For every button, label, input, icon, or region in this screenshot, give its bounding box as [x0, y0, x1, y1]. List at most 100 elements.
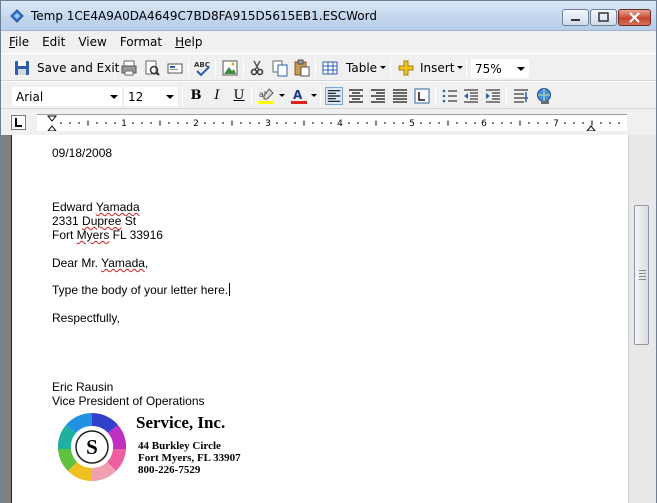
minimize-icon — [571, 19, 580, 21]
font-select[interactable]: Arial — [11, 86, 123, 107]
toolbar-separator — [320, 86, 321, 106]
close-icon — [629, 12, 640, 23]
bold-button[interactable]: B — [187, 87, 205, 105]
paragraph-format-icon[interactable] — [512, 87, 530, 105]
app-window: Temp 1CE4A9A0DA4649C7BD8FA915D5615EB1.ES… — [0, 0, 657, 503]
scrollbar-thumb[interactable] — [634, 205, 649, 345]
city-word: Myers — [76, 228, 110, 242]
highlight-dropdown-arrow[interactable] — [279, 94, 285, 97]
insert-dropdown-arrow[interactable] — [457, 66, 463, 69]
font-size-select[interactable]: 12 — [123, 86, 179, 107]
minimize-button[interactable] — [562, 9, 589, 26]
menu-view-label: View — [78, 35, 107, 49]
underline-button[interactable]: U — [230, 87, 248, 105]
standard-toolbar: Save and Exit ABC Table Insert 75% — [1, 53, 656, 81]
save-icon[interactable] — [13, 59, 31, 77]
street-number: 2331 — [52, 214, 83, 228]
first-line-indent-marker[interactable] — [46, 115, 58, 122]
spellcheck-icon[interactable]: ABC — [193, 59, 211, 77]
insert-plus-icon[interactable] — [397, 59, 415, 77]
window-title: Temp 1CE4A9A0DA4649C7BD8FA915D5615EB1.ES… — [31, 9, 377, 23]
menu-file[interactable]: File — [9, 35, 29, 49]
print-preview-icon[interactable] — [143, 59, 161, 77]
menu-format[interactable]: Format — [120, 35, 162, 49]
paste-icon[interactable] — [293, 59, 311, 77]
table-icon[interactable] — [321, 59, 339, 77]
toolbar-separator — [188, 58, 189, 78]
save-and-exit-button[interactable]: Save and Exit — [37, 61, 119, 75]
italic-button[interactable]: I — [208, 87, 226, 105]
menu-help-label: elp — [184, 35, 203, 49]
tab-stop-selector[interactable] — [11, 115, 26, 130]
email-icon[interactable] — [166, 59, 184, 77]
zoom-select[interactable]: 75% — [470, 58, 530, 79]
letter-body[interactable]: Type the body of your letter here. — [52, 283, 231, 297]
highlight-icon[interactable]: ab — [257, 87, 275, 105]
ruler-number: 2 — [193, 119, 199, 129]
tab-left-icon — [15, 118, 22, 127]
copy-icon[interactable] — [271, 59, 289, 77]
toolbar-separator — [182, 86, 183, 106]
table-button[interactable]: Table — [346, 61, 377, 75]
recipient-first-name: Edward — [52, 200, 96, 214]
increase-indent-icon[interactable] — [484, 87, 502, 105]
vertical-scrollbar[interactable] — [628, 135, 656, 503]
logo-company-name: Service, Inc. — [136, 413, 226, 432]
menu-edit-label: Edit — [42, 35, 66, 49]
logo-city: Fort Myers, FL 33907 — [138, 452, 241, 464]
document-area: 09/18/2008 Edward Yamada 2331 Dupree St … — [1, 135, 656, 503]
ruler-number: 3 — [265, 119, 271, 129]
toolbar-separator — [251, 86, 252, 106]
bullet-list-icon[interactable] — [441, 87, 459, 105]
font-color-dropdown-arrow[interactable] — [311, 94, 317, 97]
justify-icon[interactable] — [391, 87, 409, 105]
menu-bar: File Edit View Format Help — [1, 31, 656, 53]
document-page[interactable]: 09/18/2008 Edward Yamada 2331 Dupree St … — [11, 135, 628, 503]
logo-street: 44 Burkley Circle — [138, 440, 221, 452]
maximize-button[interactable] — [590, 9, 617, 26]
title-bar[interactable]: Temp 1CE4A9A0DA4649C7BD8FA915D5615EB1.ES… — [1, 1, 656, 31]
toolbar-separator — [506, 86, 507, 106]
menu-edit[interactable]: Edit — [42, 35, 65, 49]
table-dropdown-arrow[interactable] — [380, 66, 386, 69]
company-logo: S — [57, 412, 127, 481]
chevron-down-icon — [166, 95, 174, 99]
menu-format-label: Format — [119, 35, 163, 49]
logo-phone: 800-226-7529 — [138, 464, 201, 476]
horizontal-ruler[interactable]: 1 2 3 4 5 6 7 — [37, 114, 627, 131]
close-button[interactable] — [618, 9, 651, 26]
insert-button[interactable]: Insert — [420, 61, 454, 75]
recipient-street: 2331 Dupree St — [52, 214, 136, 228]
right-indent-marker[interactable] — [586, 125, 596, 131]
toolbar-separator — [315, 58, 316, 78]
line-spacing-icon[interactable] — [413, 87, 431, 105]
grip-line — [639, 276, 646, 277]
align-center-icon[interactable] — [347, 87, 365, 105]
street-suffix: St — [121, 214, 137, 228]
hyperlink-icon[interactable] — [535, 87, 553, 105]
salutation-prefix: Dear Mr. — [52, 256, 102, 270]
ruler-bar: 1 2 3 4 5 6 7 — [1, 109, 656, 135]
chevron-down-icon — [110, 95, 118, 99]
insert-picture-icon[interactable] — [221, 59, 239, 77]
toolbar-separator — [466, 58, 467, 78]
city-state-zip: FL 33916 — [109, 228, 163, 242]
print-icon[interactable] — [120, 59, 138, 77]
ruler-number: 1 — [121, 119, 127, 129]
toolbar-separator — [435, 86, 436, 106]
align-right-icon[interactable] — [369, 87, 387, 105]
salutation: Dear Mr. Yamada, — [52, 256, 148, 270]
letter-closing: Respectfully, — [52, 311, 120, 325]
menu-view[interactable]: View — [78, 35, 106, 49]
letter-date: 09/18/2008 — [52, 146, 113, 160]
align-left-icon[interactable] — [325, 87, 343, 105]
ruler-number: 7 — [553, 119, 559, 129]
menu-help[interactable]: Help — [175, 35, 202, 49]
app-icon — [10, 9, 24, 23]
ruler-number: 6 — [481, 119, 487, 129]
left-indent-marker[interactable] — [47, 125, 57, 131]
font-color-icon[interactable]: A — [290, 87, 308, 105]
cut-icon[interactable] — [248, 59, 266, 77]
decrease-indent-icon[interactable] — [462, 87, 480, 105]
recipient-city: Fort Myers FL 33916 — [52, 228, 163, 242]
